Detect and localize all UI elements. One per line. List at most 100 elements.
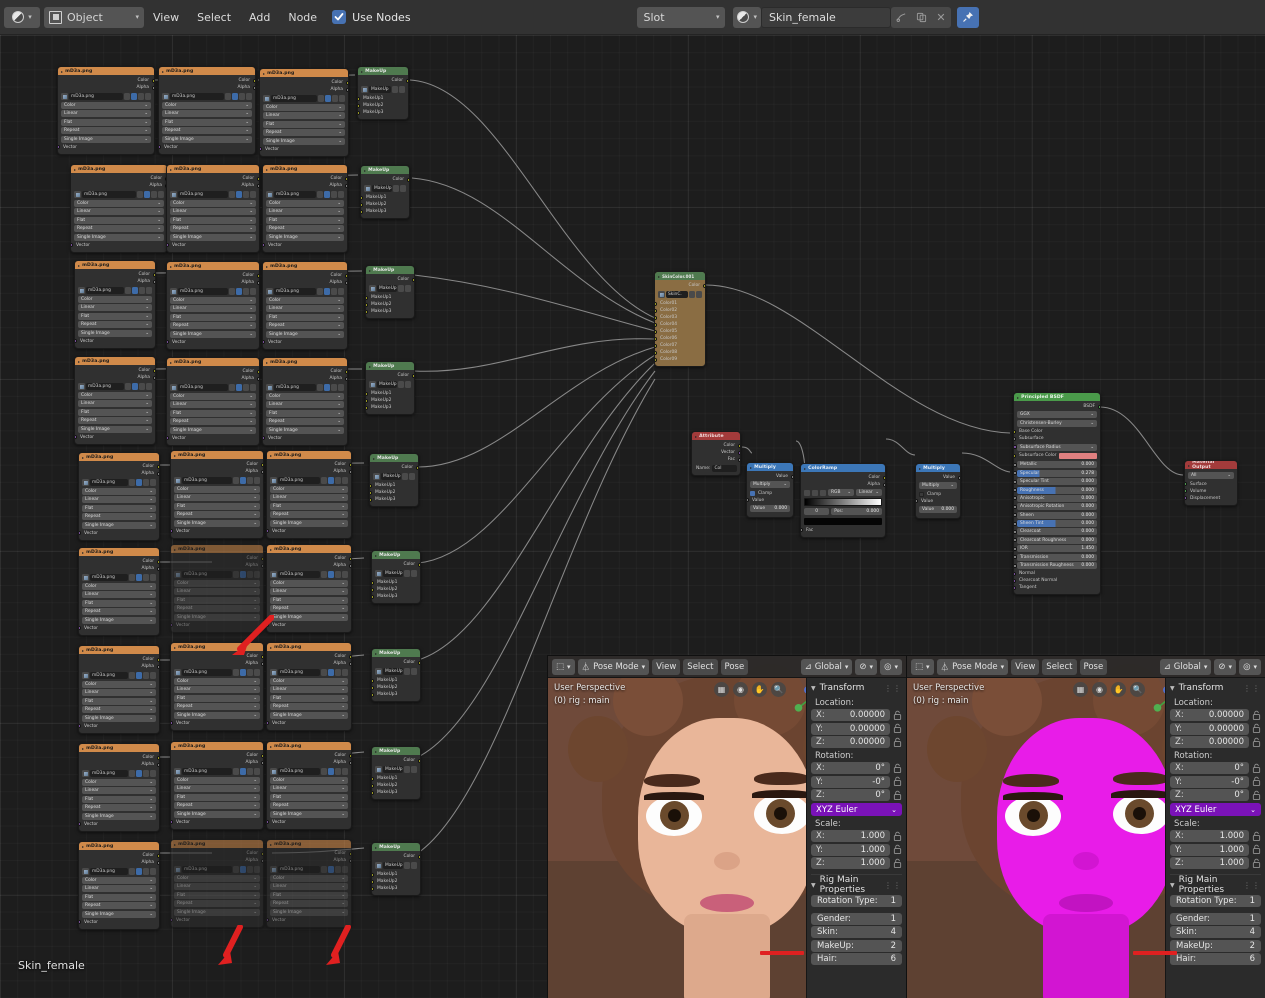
makeup-group-node[interactable]: ▸MakeUp Color MakeUp MakeUp1 MakeUp2 Mak…	[371, 842, 421, 896]
socket-alpha[interactable]: Alpha	[82, 663, 156, 670]
image-name-field[interactable]: mD3a.png	[274, 384, 316, 391]
extension-dropdown[interactable]: Repeat⌄	[170, 322, 256, 329]
node-header[interactable]: ▸mD3a.png	[79, 548, 159, 556]
node-header[interactable]: ▸mD3a.png	[267, 742, 351, 750]
node-header[interactable]: ▸MakeUp	[358, 67, 408, 75]
copy-icon[interactable]	[411, 862, 417, 869]
copy-icon[interactable]	[143, 479, 149, 486]
skincolor-group-node[interactable]: ▸SkinColor.001 Color SkinC. Color01 Colo…	[654, 271, 706, 367]
menu-select[interactable]: Select	[188, 7, 240, 28]
projection-dropdown[interactable]: Flat⌄	[82, 698, 156, 705]
makeup-group-node[interactable]: ▸MakeUp Color MakeUp MakeUp1 MakeUp2 Mak…	[369, 453, 419, 507]
fake-user-icon[interactable]	[129, 672, 135, 679]
socket-color[interactable]: Color	[369, 372, 411, 379]
projection-dropdown[interactable]: Flat⌄	[82, 600, 156, 607]
projection-dropdown[interactable]: Flat⌄	[170, 410, 256, 417]
node-header[interactable]: ▸mD3a.png	[75, 261, 155, 269]
group-datablock-row[interactable]: MakeUp	[364, 185, 406, 193]
socket-color[interactable]: Color	[174, 461, 260, 468]
interpolation-dropdown[interactable]: Linear⌄	[266, 208, 344, 215]
projection-dropdown[interactable]: Flat⌄	[82, 505, 156, 512]
copy-icon[interactable]	[143, 672, 149, 679]
image-name-field[interactable]: mD3a.png	[278, 571, 320, 578]
group-datablock-row[interactable]: MakeUp	[375, 668, 417, 676]
color-space-dropdown[interactable]: Color⌄	[263, 104, 345, 111]
lock-icon[interactable]	[893, 723, 902, 734]
copy-icon[interactable]	[411, 570, 417, 577]
extension-dropdown[interactable]: Repeat⌄	[174, 511, 260, 518]
socket-color[interactable]: Color	[82, 852, 156, 859]
interpolation-dropdown[interactable]: Linear⌄	[82, 591, 156, 598]
source-dropdown[interactable]: Single Image⌄	[82, 813, 156, 820]
image-texture-node[interactable]: ▸mD3a.png Color Alpha mD3a.png Color⌄ Li…	[170, 741, 264, 830]
transmission-roughness-field[interactable]: Transmission Roughness0.000	[1017, 562, 1097, 569]
extension-dropdown[interactable]: Repeat⌄	[266, 225, 344, 232]
source-dropdown[interactable]: Single Image⌄	[266, 331, 344, 338]
fake-user-icon[interactable]	[321, 866, 327, 873]
node-header[interactable]: ▸Attribute	[692, 432, 740, 440]
socket-color01[interactable]: Color01	[658, 300, 702, 307]
menu-view[interactable]: View	[1011, 659, 1039, 675]
interpolation-dropdown[interactable]: Linear⌄	[174, 588, 260, 595]
copy-icon[interactable]	[243, 288, 249, 295]
projection-dropdown[interactable]: Flat⌄	[174, 503, 260, 510]
image-datablock-row[interactable]: mD3a.png	[266, 191, 344, 199]
socket-value-out[interactable]: Value	[919, 474, 957, 481]
socket-vector[interactable]: Vector	[270, 622, 348, 629]
socket-vector[interactable]: Vector	[61, 144, 151, 151]
subsurface-color-row[interactable]: Subsurface Color	[1017, 452, 1097, 460]
color-space-dropdown[interactable]: Color⌄	[174, 486, 260, 493]
socket-color[interactable]: Color	[170, 368, 256, 375]
grid-icon[interactable]: ▦	[714, 682, 729, 697]
image-name-field[interactable]: mD3a.png	[182, 669, 232, 676]
group-datablock-row[interactable]: MakeUp	[375, 862, 417, 870]
makeup-group-node[interactable]: ▸MakeUp Color MakeUp MakeUp1 MakeUp2 Mak…	[371, 550, 421, 604]
scale-z-field[interactable]: Z:1.000	[1170, 857, 1249, 869]
subsurface-color-swatch[interactable]	[1059, 453, 1097, 459]
packed-icon[interactable]	[240, 669, 246, 676]
extension-dropdown[interactable]: Repeat⌄	[82, 706, 156, 713]
interpolation-dropdown[interactable]: Linear⌄	[61, 110, 151, 117]
packed-icon[interactable]	[240, 571, 246, 578]
unlink-icon[interactable]	[338, 288, 344, 295]
rig-prop-skin[interactable]: Skin:4	[1170, 926, 1261, 938]
rig-properties-panel-header[interactable]: ▼ Rig Main Properties ⋮⋮	[811, 878, 902, 892]
socket-vector[interactable]: Vector	[170, 339, 256, 346]
color-space-dropdown[interactable]: Color⌄	[170, 200, 256, 207]
projection-dropdown[interactable]: Flat⌄	[174, 794, 260, 801]
color-space-dropdown[interactable]: Color⌄	[174, 678, 260, 685]
image-name-field[interactable]: mD3a.png	[90, 672, 128, 679]
new-material-icon[interactable]	[891, 7, 911, 28]
unlink-icon[interactable]	[342, 768, 348, 775]
packed-icon[interactable]	[236, 191, 242, 198]
socket-makeup1[interactable]: MakeUp1	[369, 294, 411, 301]
packed-icon[interactable]	[136, 479, 142, 486]
socket-alpha[interactable]: Alpha	[174, 468, 260, 475]
copy-icon[interactable]	[335, 669, 341, 676]
node-header[interactable]: ▸mD3a.png	[267, 545, 351, 553]
socket-color02[interactable]: Color02	[658, 307, 702, 314]
fake-user-icon[interactable]	[233, 866, 239, 873]
image-name-field[interactable]: mD3a.png	[69, 93, 123, 100]
socket-base-color[interactable]: Base Color	[1017, 428, 1097, 435]
fake-user-icon[interactable]	[124, 93, 130, 100]
source-dropdown[interactable]: Single Image⌄	[174, 520, 260, 527]
location-y-field[interactable]: Y:0.00000	[811, 723, 890, 735]
image-texture-node[interactable]: ▸mD3a.png Color Alpha mD3a.png Color⌄ Li…	[78, 743, 160, 832]
socket-vector[interactable]: Vector	[170, 242, 256, 249]
copy-icon[interactable]	[335, 571, 341, 578]
fake-user-icon[interactable]	[321, 669, 327, 676]
copy-icon[interactable]	[239, 93, 245, 100]
fake-user-icon[interactable]	[229, 191, 235, 198]
color-space-dropdown[interactable]: Color⌄	[78, 296, 152, 303]
packed-icon[interactable]	[132, 383, 138, 390]
node-header[interactable]: ▸Multiply	[747, 463, 793, 471]
image-name-field[interactable]: mD3a.png	[82, 191, 136, 198]
viewport-left[interactable]: ⬚▾ ⏃Pose Mode▾ View Select Pose ⊿Global▾…	[547, 655, 906, 998]
group-name-field[interactable]: MakeUp	[369, 86, 391, 93]
image-datablock-row[interactable]: mD3a.png	[266, 384, 344, 392]
image-datablock-row[interactable]: mD3a.png	[174, 571, 260, 579]
socket-makeup1[interactable]: MakeUp1	[369, 390, 411, 397]
packed-icon[interactable]	[236, 288, 242, 295]
image-datablock-row[interactable]: mD3a.png	[266, 288, 344, 296]
